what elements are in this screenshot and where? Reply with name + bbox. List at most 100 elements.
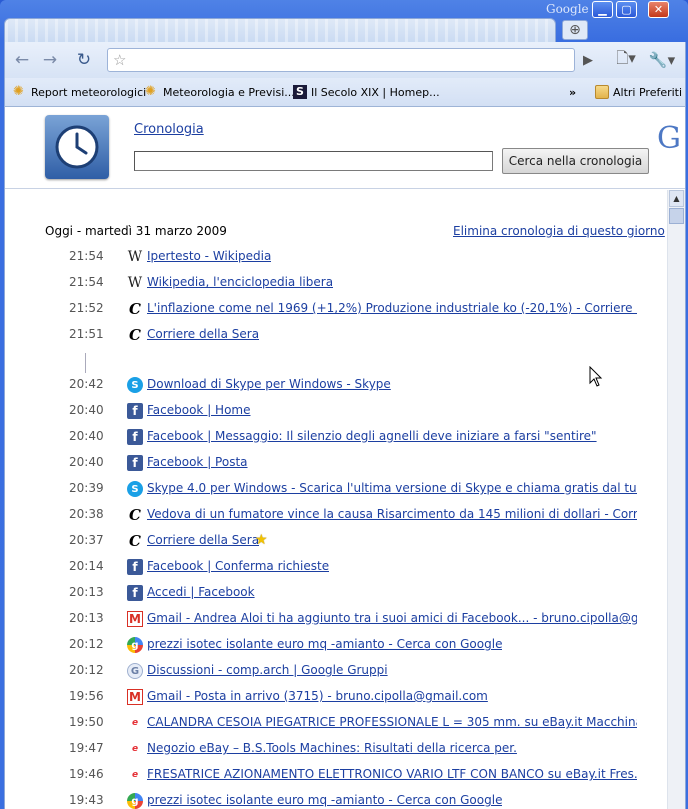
- entry-title-link[interactable]: Ipertesto - Wikipedia: [147, 249, 271, 263]
- entry-time: 21:51: [69, 327, 104, 341]
- corriere-favicon-icon: C: [129, 532, 141, 550]
- reload-button[interactable]: ↻: [73, 49, 95, 71]
- history-entry[interactable]: 20:14 f Facebook | Conferma richieste: [5, 559, 665, 579]
- entry-title-link[interactable]: Negozio eBay – B.S.Tools Machines: Risul…: [147, 741, 517, 755]
- entry-title-link[interactable]: FRESATRICE AZIONAMENTO ELETTRONICO VARIO…: [147, 767, 637, 781]
- bookmark-item[interactable]: S Il Secolo XIX | Homep...: [293, 84, 440, 100]
- history-entry[interactable]: 21:54 W Ipertesto - Wikipedia: [5, 249, 665, 269]
- entry-title-link[interactable]: Corriere della Sera: [147, 327, 259, 341]
- entry-time: 21:52: [69, 301, 104, 315]
- history-entry[interactable]: 20:40 f Facebook | Messaggio: Il silenzio …: [5, 429, 665, 449]
- facebook-favicon-icon: f: [127, 429, 143, 445]
- history-entry[interactable]: 20:13 f Accedi | Facebook: [5, 585, 665, 605]
- entry-time: 20:40: [69, 455, 104, 469]
- entry-title-link[interactable]: prezzi isotec isolante euro mq -amianto …: [147, 793, 502, 807]
- go-button[interactable]: ▶: [577, 49, 599, 71]
- back-button[interactable]: ←: [11, 49, 33, 71]
- history-entry[interactable]: 20:13 M Gmail - Andrea Aloi ti ha aggiunto…: [5, 611, 665, 631]
- bookmark-item[interactable]: ✺ Report meteorologici: [13, 84, 146, 100]
- corriere-favicon-icon: C: [129, 300, 141, 318]
- history-entry[interactable]: 19:50 e CALANDRA CESOIA PIEGATRICE PROFESS…: [5, 715, 665, 735]
- history-search-input[interactable]: [134, 151, 493, 171]
- search-history-button[interactable]: Cerca nella cronologia: [502, 148, 649, 174]
- history-entry[interactable]: 20:12 G Discussioni - comp.arch | Google G…: [5, 663, 665, 683]
- entry-title-link[interactable]: CALANDRA CESOIA PIEGATRICE PROFESSIONALE…: [147, 715, 637, 729]
- entry-title-link[interactable]: Download di Skype per Windows - Skype: [147, 377, 391, 391]
- entry-time: 20:12: [69, 663, 104, 677]
- day-heading: Oggi - martedì 31 marzo 2009: [45, 224, 227, 238]
- vertical-scrollbar[interactable]: ▲: [667, 190, 685, 809]
- history-entry[interactable]: 19:46 e FRESATRICE AZIONAMENTO ELETTRONICO…: [5, 767, 665, 787]
- entry-title-link[interactable]: Wikipedia, l'enciclopedia libera: [147, 275, 333, 289]
- scroll-thumb[interactable]: [669, 208, 684, 224]
- window-brand: Google: [546, 2, 589, 16]
- history-entry[interactable]: 20:37 C Corriere della Sera ★: [5, 532, 665, 553]
- toolbar: ← → ↻ ☆ ▶ 🗋▾ 🔧▾: [4, 42, 686, 78]
- history-entry[interactable]: 20:12 g prezzi isotec isolante euro mq -am…: [5, 637, 665, 657]
- entry-time: 21:54: [69, 249, 104, 263]
- history-clock-icon: [45, 115, 109, 179]
- google-favicon-icon: g: [127, 793, 143, 809]
- entry-title-link[interactable]: Accedi | Facebook: [147, 585, 255, 599]
- history-entry[interactable]: 19:43 g prezzi isotec isolante euro mq -am…: [5, 793, 665, 809]
- entry-title-link[interactable]: Skype 4.0 per Windows - Scarica l'ultima…: [147, 481, 637, 495]
- entry-title-link[interactable]: Gmail - Andrea Aloi ti ha aggiunto tra i…: [147, 611, 637, 625]
- header-divider: [5, 188, 685, 189]
- scroll-up-icon[interactable]: ▲: [669, 190, 684, 207]
- starred-icon[interactable]: ★: [255, 532, 268, 548]
- history-entry[interactable]: 19:56 M Gmail - Posta in arrivo (3715) - b…: [5, 689, 665, 709]
- history-entry[interactable]: 21:51 C Corriere della Sera: [5, 326, 665, 347]
- new-tab-button[interactable]: ⊕: [562, 20, 588, 40]
- entry-time: 20:37: [69, 533, 104, 547]
- history-entry[interactable]: 20:42 S Download di Skype per Windows - Sk…: [5, 377, 665, 397]
- history-entry[interactable]: 19:47 e Negozio eBay – B.S.Tools Machines:…: [5, 741, 665, 761]
- entry-title-link[interactable]: prezzi isotec isolante euro mq -amianto …: [147, 637, 502, 651]
- forward-button[interactable]: →: [39, 49, 61, 71]
- wikipedia-favicon-icon: W: [127, 249, 143, 265]
- history-entry[interactable]: 20:38 C Vedova di un fumatore vince la cau…: [5, 506, 665, 527]
- plus-icon: ⊕: [569, 22, 581, 38]
- other-bookmarks-label: Altri Preferiti: [613, 85, 683, 99]
- other-bookmarks-folder[interactable]: Altri Preferiti: [595, 84, 682, 100]
- history-entry[interactable]: 20:40 f Facebook | Posta: [5, 455, 665, 475]
- bookmark-label: Meteorologia e Previsi...: [163, 85, 295, 99]
- tab-history[interactable]: [4, 18, 556, 43]
- entry-title-link[interactable]: Facebook | Messaggio: Il silenzio degli …: [147, 429, 597, 443]
- page-title[interactable]: Cronologia: [134, 122, 204, 137]
- entry-title-link[interactable]: Facebook | Home: [147, 403, 251, 417]
- back-arrow-icon: ←: [14, 50, 30, 70]
- entry-title-link[interactable]: Corriere della Sera: [147, 533, 259, 547]
- session-gap-line: [85, 353, 86, 373]
- bookmark-label: Report meteorologici: [31, 85, 147, 99]
- facebook-favicon-icon: f: [127, 455, 143, 471]
- gmail-favicon-icon: M: [127, 689, 143, 705]
- star-bookmark-icon[interactable]: ☆: [113, 51, 126, 69]
- delete-day-history-link[interactable]: Elimina cronologia di questo giorno: [453, 224, 665, 238]
- bookmarks-overflow-button[interactable]: »: [569, 84, 576, 100]
- entry-title-link[interactable]: L'inflazione come nel 1969 (+1,2%) Produ…: [147, 301, 637, 315]
- entry-title-link[interactable]: Facebook | Conferma richieste: [147, 559, 329, 573]
- entry-title-link[interactable]: Discussioni - comp.arch | Google Gruppi: [147, 663, 388, 677]
- page-icon: 🗋▾: [616, 48, 636, 67]
- omnibox[interactable]: ☆: [107, 48, 575, 72]
- entry-title-link[interactable]: Gmail - Posta in arrivo (3715) - bruno.c…: [147, 689, 488, 703]
- history-entry[interactable]: 21:54 W Wikipedia, l'enciclopedia libera: [5, 275, 665, 295]
- history-entry[interactable]: 20:40 f Facebook | Home: [5, 403, 665, 423]
- entry-title-link[interactable]: Facebook | Posta: [147, 455, 248, 469]
- groups-favicon-icon: G: [127, 663, 143, 679]
- secolo-icon: S: [293, 85, 307, 99]
- history-entry[interactable]: 20:39 S Skype 4.0 per Windows - Scarica l'…: [5, 481, 665, 501]
- bookmark-item[interactable]: ✺ Meteorologia e Previsi...: [145, 84, 295, 100]
- wikipedia-favicon-icon: W: [127, 275, 143, 291]
- wrench-menu-button[interactable]: 🔧▾: [647, 49, 677, 71]
- history-entry[interactable]: 21:52 C L'inflazione come nel 1969 (+1,2%)…: [5, 300, 665, 321]
- skype-favicon-icon: S: [127, 377, 143, 393]
- bookmark-label: Il Secolo XIX | Homep...: [311, 85, 440, 99]
- entry-time: 20:12: [69, 637, 104, 651]
- entry-title-link[interactable]: Vedova di un fumatore vince la causa Ris…: [147, 507, 637, 521]
- entry-time: 19:43: [69, 793, 104, 807]
- entry-time: 20:40: [69, 403, 104, 417]
- play-icon: ▶: [583, 52, 593, 68]
- page-menu-button[interactable]: 🗋▾: [611, 49, 641, 71]
- facebook-favicon-icon: f: [127, 559, 143, 575]
